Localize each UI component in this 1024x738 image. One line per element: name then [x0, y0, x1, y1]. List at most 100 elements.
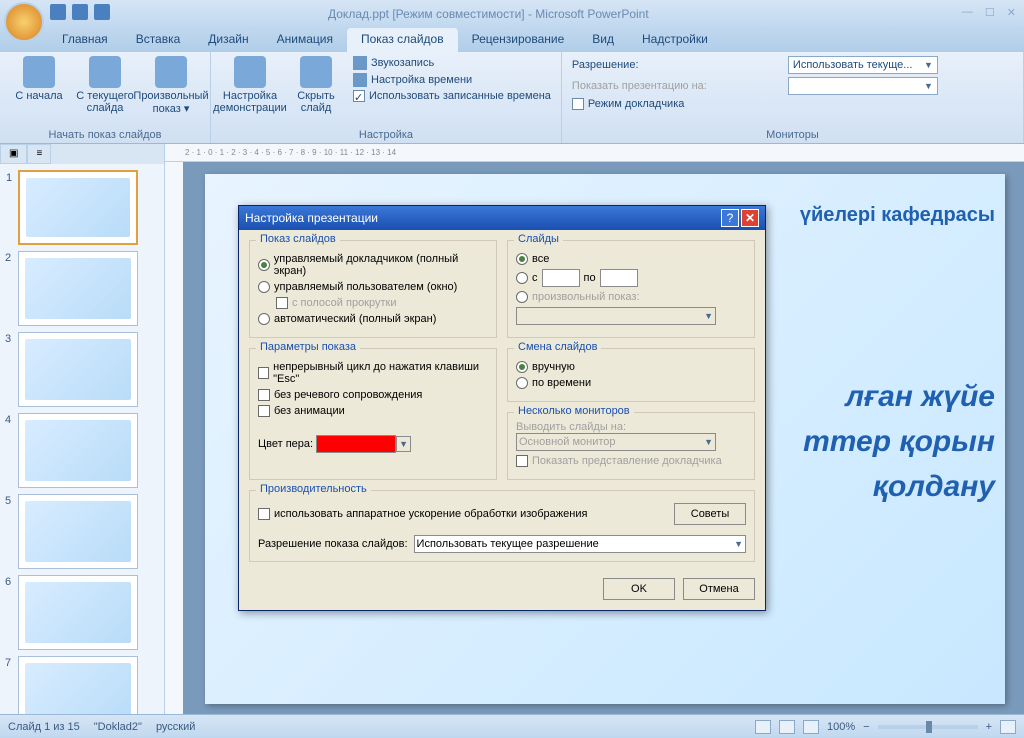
advance-manual-radio[interactable]: вручную	[516, 361, 746, 373]
tab-view[interactable]: Вид	[578, 28, 628, 52]
checkbox-icon	[276, 297, 288, 309]
language-indicator[interactable]: русский	[156, 721, 195, 733]
tab-slideshow[interactable]: Показ слайдов	[347, 28, 458, 52]
group-label: Начать показ слайдов	[10, 129, 200, 141]
slide-thumb-3[interactable]: 3	[18, 332, 138, 407]
hardware-accel-checkbox[interactable]: использовать аппаратное ускорение обрабо…	[258, 503, 746, 525]
ok-button[interactable]: OK	[603, 578, 675, 600]
record-narration-button[interactable]: Звукозапись	[353, 56, 551, 70]
normal-view-button[interactable]	[755, 720, 771, 734]
use-timings-checkbox[interactable]: ✓Использовать записанные времена	[353, 90, 551, 102]
slide-thumb-6[interactable]: 6	[18, 575, 138, 650]
maximize-icon[interactable]: ☐	[985, 6, 995, 19]
tab-addins[interactable]: Надстройки	[628, 28, 722, 52]
display-on-select: Основной монитор▼	[516, 433, 716, 451]
resolution-combo[interactable]: Использовать текуще...▼	[788, 56, 938, 74]
minimize-icon[interactable]: —	[962, 6, 973, 19]
radio-icon	[516, 253, 528, 265]
checkbox-icon	[258, 508, 270, 520]
clock-icon	[353, 73, 367, 87]
tab-home[interactable]: Главная	[48, 28, 122, 52]
from-spinner[interactable]	[542, 269, 580, 287]
fit-window-button[interactable]	[1000, 720, 1016, 734]
resolution-label: Разрешение:	[572, 59, 782, 71]
hide-slide-button[interactable]: Скрыть слайд	[287, 56, 345, 114]
multiple-monitors-group: Несколько мониторов Выводить слайды на: …	[507, 412, 755, 480]
no-narration-checkbox[interactable]: без речевого сопровождения	[258, 389, 488, 401]
show-type-browsed-radio[interactable]: управляемый пользователем (окно)	[258, 281, 488, 293]
slideshow-resolution-label: Разрешение показа слайдов:	[258, 538, 408, 550]
radio-icon	[516, 361, 528, 373]
show-type-kiosk-radio[interactable]: автоматический (полный экран)	[258, 313, 488, 325]
tab-review[interactable]: Рецензирование	[458, 28, 579, 52]
show-options-group: Параметры показа непрерывный цикл до наж…	[249, 348, 497, 480]
mic-icon	[353, 56, 367, 70]
save-icon[interactable]	[50, 4, 66, 20]
slideshow-view-button[interactable]	[803, 720, 819, 734]
tab-insert[interactable]: Вставка	[122, 28, 195, 52]
slideshow-resolution-select[interactable]: Использовать текущее разрешение▼	[414, 535, 746, 553]
dialog-titlebar[interactable]: Настройка презентации ? ✕	[239, 206, 765, 230]
display-on-label: Выводить слайды на:	[516, 421, 746, 433]
slides-tab[interactable]: ▣	[0, 144, 27, 164]
checkbox-icon	[516, 455, 528, 467]
presenter-view-checkbox[interactable]: Режим докладчика	[572, 98, 1013, 110]
office-button[interactable]	[4, 2, 44, 42]
radio-icon	[516, 377, 528, 389]
quick-access-toolbar	[50, 4, 110, 20]
advance-timings-radio[interactable]: по времени	[516, 377, 746, 389]
play-icon	[23, 56, 55, 88]
undo-icon[interactable]	[72, 4, 88, 20]
zoom-out-button[interactable]: −	[863, 721, 869, 733]
zoom-in-button[interactable]: +	[986, 721, 992, 733]
slide-thumb-4[interactable]: 4	[18, 413, 138, 488]
tab-animation[interactable]: Анимация	[263, 28, 347, 52]
dialog-title-text: Настройка презентации	[245, 211, 378, 225]
radio-icon	[516, 272, 528, 284]
setup-icon	[234, 56, 266, 88]
from-current-button[interactable]: С текущего слайда	[76, 56, 134, 115]
scrollbar-checkbox: с полосой прокрутки	[276, 297, 488, 309]
pen-color-picker[interactable]	[316, 435, 396, 453]
vertical-ruler	[165, 162, 183, 714]
slide-thumb-1[interactable]: 1	[18, 170, 138, 245]
pen-color-label: Цвет пера:	[258, 438, 313, 450]
chevron-down-icon: ▼	[704, 311, 713, 321]
ribbon-tabs: Главная Вставка Дизайн Анимация Показ сл…	[0, 28, 1024, 52]
ribbon: С начала С текущего слайда Произвольный …	[0, 52, 1024, 144]
outline-tab[interactable]: ≡	[27, 144, 51, 164]
close-icon[interactable]: ✕	[1007, 6, 1016, 19]
cancel-button[interactable]: Отмена	[683, 578, 755, 600]
slides-custom-radio: произвольный показ:	[516, 291, 746, 303]
slide-header-text: үйелері кафедрасы	[800, 204, 995, 227]
slide-thumbnail-panel: ▣ ≡ 1 2 3 4 5 6 7	[0, 144, 165, 714]
custom-show-button[interactable]: Произвольный показ ▾	[142, 56, 200, 115]
from-beginning-button[interactable]: С начала	[10, 56, 68, 115]
dialog-close-button[interactable]: ✕	[741, 209, 759, 227]
chevron-down-icon[interactable]: ▼	[396, 436, 411, 452]
zoom-slider[interactable]	[878, 725, 978, 729]
slides-from-radio[interactable]: с по	[516, 269, 746, 287]
to-spinner[interactable]	[600, 269, 638, 287]
loop-checkbox[interactable]: непрерывный цикл до нажатия клавиши "Esc…	[258, 361, 488, 385]
group-setup: Настройка демонстрации Скрыть слайд Звук…	[211, 52, 562, 143]
tab-design[interactable]: Дизайн	[194, 28, 262, 52]
no-animation-checkbox[interactable]: без анимации	[258, 405, 488, 417]
play-current-icon	[89, 56, 121, 88]
redo-icon[interactable]	[94, 4, 110, 20]
radio-icon	[516, 291, 528, 303]
setup-show-button[interactable]: Настройка демонстрации	[221, 56, 279, 114]
dialog-help-button[interactable]: ?	[721, 209, 739, 227]
sorter-view-button[interactable]	[779, 720, 795, 734]
slide-body-text: лған жүйеттер қорынқолдану	[803, 374, 995, 509]
tips-button[interactable]: Советы	[674, 503, 746, 525]
show-type-presenter-radio[interactable]: управляемый докладчиком (полный экран)	[258, 253, 488, 277]
rehearse-timings-button[interactable]: Настройка времени	[353, 73, 551, 87]
chevron-down-icon: ▼	[704, 437, 713, 447]
slide-thumb-7[interactable]: 7	[18, 656, 138, 714]
slides-all-radio[interactable]: все	[516, 253, 746, 265]
slide-thumb-2[interactable]: 2	[18, 251, 138, 326]
slide-thumb-5[interactable]: 5	[18, 494, 138, 569]
chevron-down-icon: ▼	[924, 81, 933, 91]
advance-slides-group: Смена слайдов вручную по времени	[507, 348, 755, 402]
